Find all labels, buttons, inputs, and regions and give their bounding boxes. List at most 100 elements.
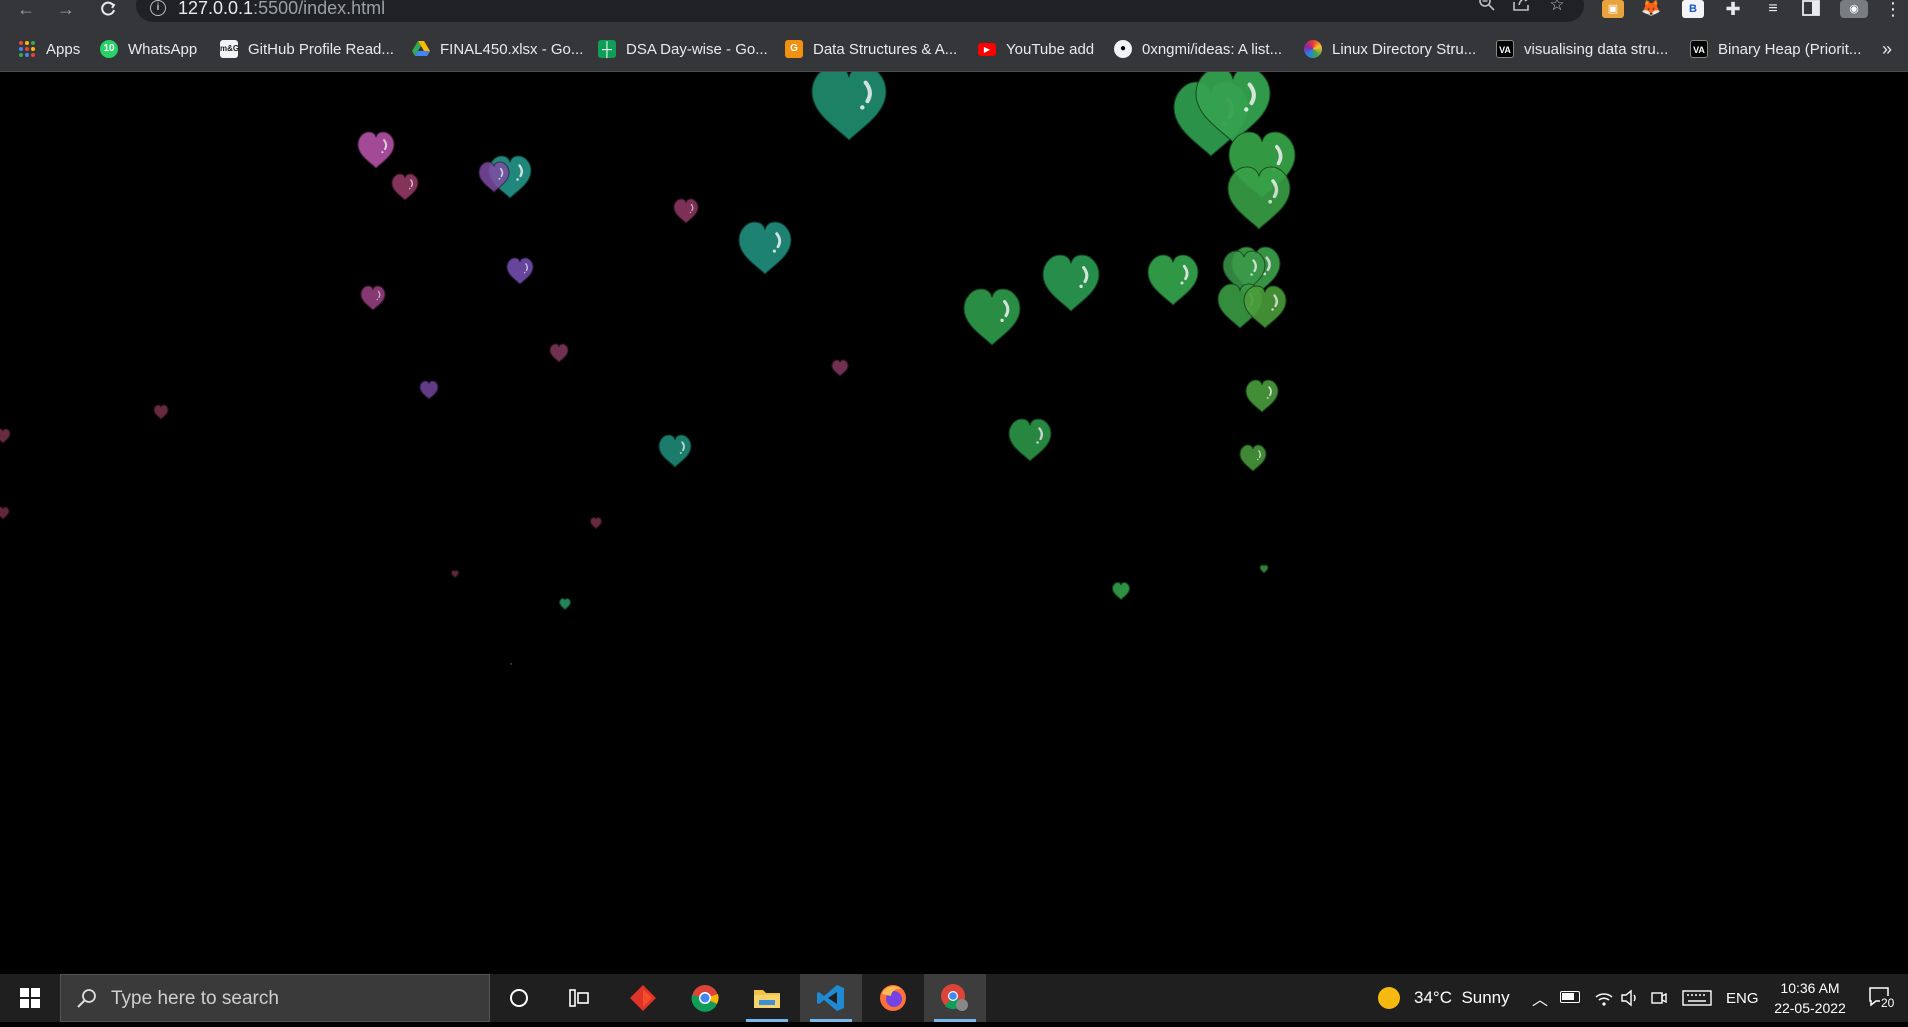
keyboard-icon[interactable]: [1682, 974, 1712, 1022]
visualgo-icon: VA: [1496, 40, 1514, 58]
notification-count: 20: [1880, 996, 1896, 1010]
forward-button[interactable]: →: [54, 0, 78, 20]
geeksforgeeks-icon: G: [785, 40, 803, 58]
floating-heart: [419, 380, 439, 400]
firefox-icon[interactable]: [862, 974, 924, 1022]
chrome-icon[interactable]: [674, 974, 736, 1022]
floating-heart: [0, 506, 10, 520]
address-bar[interactable]: i 127.0.0.1:5500/index.html ☆: [136, 0, 1584, 22]
bookmark-whatsapp[interactable]: 10 WhatsApp: [100, 34, 197, 64]
floating-heart: [1042, 254, 1100, 312]
notification-center-icon[interactable]: 20: [1866, 984, 1902, 1014]
bookmark-0xngmi-ideas[interactable]: ● 0xngmi/ideas: A list...: [1114, 34, 1282, 64]
metamask-icon[interactable]: 🦊: [1640, 0, 1662, 18]
media-icon[interactable]: ≡: [1762, 0, 1784, 18]
bookmark-linux-directory[interactable]: Linux Directory Stru...: [1304, 34, 1476, 64]
weather-condition: Sunny: [1461, 988, 1510, 1007]
language-indicator[interactable]: ENG: [1726, 974, 1759, 1022]
floating-heart: [1227, 166, 1291, 230]
bookmark-apps[interactable]: Apps: [18, 34, 80, 64]
bookmark-label: Linux Directory Stru...: [1332, 40, 1477, 58]
floating-heart: [0, 428, 11, 444]
reload-button[interactable]: [96, 0, 120, 20]
bookmark-label: FINAL450.xlsx - Go...: [440, 40, 584, 58]
floating-heart: [673, 198, 699, 224]
bookmark-label: visualising data stru...: [1524, 40, 1669, 58]
floating-heart: [450, 569, 460, 579]
tray-overflow-chevron-icon[interactable]: ︿: [1532, 974, 1548, 1022]
bookmark-label: YouTube add: [1006, 40, 1095, 58]
floating-heart: [738, 221, 792, 275]
floating-heart: [1239, 444, 1267, 472]
puzzle-icon[interactable]: ✚: [1722, 0, 1744, 18]
bookmark-github-profile[interactable]: m&G GitHub Profile Read...: [220, 34, 394, 64]
start-button[interactable]: [0, 974, 60, 1022]
bookmark-final450[interactable]: FINAL450.xlsx - Go...: [412, 34, 583, 64]
floating-heart: [963, 288, 1021, 346]
wifi-icon[interactable]: [1594, 974, 1614, 1022]
clock-date: 22-05-2022: [1774, 1000, 1846, 1016]
bookmark-label: Data Structures & A...: [813, 40, 958, 58]
floating-heart: [391, 173, 419, 201]
page-viewport: [0, 72, 1908, 974]
extension-b-icon[interactable]: B: [1682, 0, 1704, 18]
volume-icon[interactable]: [1620, 974, 1640, 1022]
floating-heart: [509, 662, 513, 666]
chrome-profile-icon[interactable]: [924, 974, 986, 1022]
share-icon[interactable]: [1511, 0, 1533, 16]
weather-widget[interactable]: 34°C Sunny: [1414, 974, 1510, 1022]
search-icon: [77, 989, 96, 1008]
floating-heart: [549, 343, 569, 363]
task-view-icon[interactable]: [548, 974, 610, 1022]
hearts-canvas: [0, 72, 1296, 666]
floating-heart: [811, 72, 887, 141]
url-path: :5500/index.html: [253, 0, 386, 18]
bookmark-data-structures[interactable]: G Data Structures & A...: [785, 34, 957, 64]
youtube-icon: ▶: [978, 42, 996, 56]
cortana-icon[interactable]: [488, 974, 550, 1022]
linux-icon: [1304, 40, 1322, 58]
site-info-icon[interactable]: i: [150, 0, 166, 16]
github-icon: ●: [1114, 40, 1132, 58]
extension-orange-icon[interactable]: ▣: [1602, 0, 1624, 18]
back-button[interactable]: ←: [14, 0, 38, 20]
file-explorer-icon[interactable]: [736, 974, 798, 1022]
battery-icon[interactable]: [1560, 991, 1580, 1003]
weather-sun-icon[interactable]: [1378, 987, 1400, 1009]
floating-heart: [1259, 564, 1269, 574]
bookmark-binary-heap[interactable]: VA Binary Heap (Priorit...: [1690, 34, 1861, 64]
search-placeholder: Type here to search: [111, 988, 279, 1009]
bookmark-label: Apps: [46, 40, 81, 58]
bookmark-star-icon[interactable]: ☆: [1546, 0, 1568, 16]
menu-kebab-icon[interactable]: ⋮: [1882, 0, 1904, 18]
browser-chrome: ← → i 127.0.0.1:5500/index.html ☆ ▣ 🦊 B …: [0, 0, 1908, 72]
google-sheets-icon: ┼: [598, 40, 616, 58]
zoom-icon[interactable]: [1476, 0, 1498, 16]
bookmarks-bar: Apps 10 WhatsApp m&G GitHub Profile Read…: [0, 34, 1908, 64]
reload-icon: [101, 1, 116, 16]
floating-heart: [558, 597, 572, 611]
meet-now-icon[interactable]: [1650, 974, 1668, 1022]
taskbar-clock[interactable]: 10:36 AM 22-05-2022: [1760, 978, 1860, 1018]
floating-heart: [589, 516, 603, 530]
taskbar-search-box[interactable]: Type here to search: [60, 974, 490, 1022]
profile-avatar[interactable]: ◉: [1840, 0, 1868, 18]
floating-heart: [1243, 285, 1287, 329]
floating-heart: [1245, 379, 1279, 413]
url-host: 127.0.0.1: [178, 0, 254, 18]
bookmarks-overflow-icon[interactable]: »: [1882, 34, 1892, 64]
vscode-icon[interactable]: [800, 974, 862, 1022]
git-icon[interactable]: [612, 974, 674, 1022]
floating-heart: [357, 131, 395, 169]
bookmark-youtube[interactable]: ▶ YouTube add: [978, 34, 1094, 64]
apps-grid-icon: [18, 40, 36, 58]
floating-heart: [506, 257, 534, 285]
sidepanel-icon[interactable]: [1800, 0, 1822, 18]
bookmark-label: DSA Day-wise - Go...: [626, 40, 768, 58]
windows-logo-icon: [20, 988, 40, 1008]
floating-heart: [360, 285, 386, 311]
floating-heart: [1111, 581, 1131, 601]
bookmark-label: WhatsApp: [128, 40, 198, 58]
bookmark-dsa-daywise[interactable]: ┼ DSA Day-wise - Go...: [598, 34, 768, 64]
bookmark-visualising-data[interactable]: VA visualising data stru...: [1496, 34, 1668, 64]
